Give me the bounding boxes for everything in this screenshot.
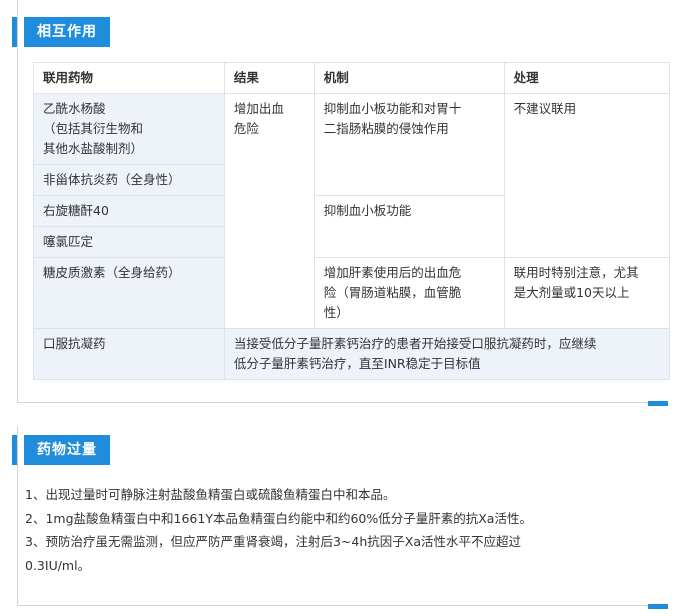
interaction-section: 相互作用 联用药物 结果 机制 处理 乙酰水杨酸 （包括其衍生物和 其他水盐酸制… bbox=[12, 0, 671, 406]
table-header: 联用药物 bbox=[33, 62, 225, 94]
table-header: 处理 bbox=[503, 62, 671, 94]
drug-cell: 右旋糖酐40 bbox=[33, 195, 225, 227]
mechanism-cell: 抑制血小板功能 bbox=[313, 195, 505, 258]
drug-cell: 非甾体抗炎药（全身性） bbox=[33, 164, 225, 196]
section-title: 药物过量 bbox=[24, 435, 110, 465]
table-header: 机制 bbox=[313, 62, 505, 94]
overdose-line: 1、出现过量时可静脉注射盐酸鱼精蛋白或硫酸鱼精蛋白中和本品。 bbox=[25, 487, 396, 502]
section-title: 相互作用 bbox=[24, 17, 110, 47]
mechanism-cell: 增加肝素使用后的出血危 险（胃肠道粘膜，血管脆 性） bbox=[313, 257, 505, 329]
table-row: 口服抗凝药 当接受低分子量肝素钙治疗的患者开始接受口服抗凝药时，应继续 低分子量… bbox=[33, 328, 671, 380]
mechanism-cell: 抑制血小板功能和对胃十 二指肠粘膜的侵蚀作用 bbox=[313, 93, 505, 196]
frame-border bbox=[17, 426, 18, 606]
table-header-row: 联用药物 结果 机制 处理 bbox=[33, 62, 671, 94]
result-cell: 增加出血 危险 bbox=[223, 93, 315, 329]
handling-cell: 联用时特别注意，尤其 是大剂量或10天以上 bbox=[503, 257, 671, 329]
title-accent bbox=[12, 17, 17, 47]
corner-accent bbox=[648, 401, 668, 406]
table-row: 糖皮质激素（全身给药） 增加肝素使用后的出血危 险（胃肠道粘膜，血管脆 性） 联… bbox=[33, 257, 671, 329]
overdose-line: 2、1mg盐酸鱼精蛋白中和1661Y本品鱼精蛋白约能中和约60%低分子量肝素的抗… bbox=[25, 510, 532, 526]
interaction-table: 联用药物 结果 机制 处理 乙酰水杨酸 （包括其衍生物和 其他水盐酸制剂） 增加… bbox=[33, 62, 671, 380]
frame-border bbox=[17, 0, 18, 403]
overdose-section: 药物过量 1、出现过量时可静脉注射盐酸鱼精蛋白或硫酸鱼精蛋白中和本品。 2、1m… bbox=[12, 426, 668, 609]
frame-border bbox=[17, 402, 648, 403]
title-accent bbox=[12, 435, 17, 465]
drug-cell: 糖皮质激素（全身给药） bbox=[33, 257, 225, 329]
overdose-line: 3、预防治疗虽无需监测，但应严防严重肾衰竭，注射后3~4h抗因子Xa活性水平不应… bbox=[25, 534, 521, 549]
overdose-content: 1、出现过量时可静脉注射盐酸鱼精蛋白或硫酸鱼精蛋白中和本品。 2、1mg盐酸鱼精… bbox=[25, 483, 532, 577]
anticoagulant-note-cell: 当接受低分子量肝素钙治疗的患者开始接受口服抗凝药时，应继续 低分子量肝素钙治疗，… bbox=[223, 328, 671, 380]
drug-cell: 噻氯匹定 bbox=[33, 226, 225, 258]
handling-cell: 不建议联用 bbox=[503, 93, 671, 258]
table-row: 乙酰水杨酸 （包括其衍生物和 其他水盐酸制剂） 增加出血 危险 抑制血小板功能和… bbox=[33, 93, 671, 329]
corner-accent bbox=[648, 604, 668, 609]
table-header: 结果 bbox=[223, 62, 315, 94]
frame-border bbox=[17, 605, 648, 606]
overdose-line: 0.3IU/ml。 bbox=[25, 557, 91, 573]
drug-cell: 乙酰水杨酸 （包括其衍生物和 其他水盐酸制剂） bbox=[33, 93, 225, 165]
drug-cell: 口服抗凝药 bbox=[33, 328, 225, 380]
